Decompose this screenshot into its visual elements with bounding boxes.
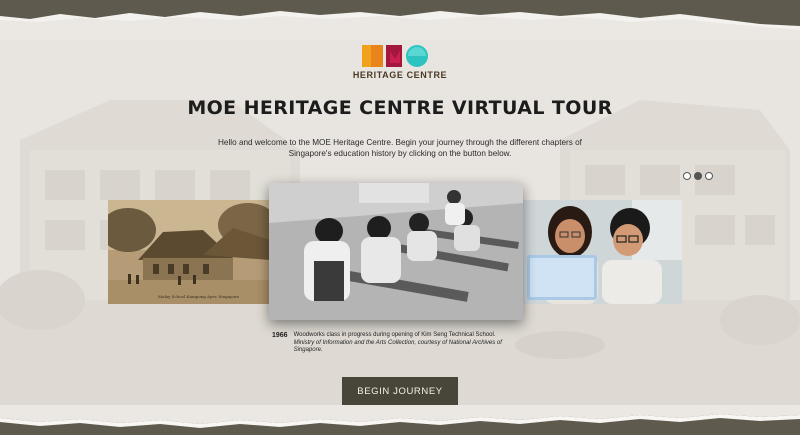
carousel-dot-2[interactable]	[694, 172, 702, 180]
carousel-pagination	[683, 172, 713, 180]
caption-year: 1966	[272, 332, 288, 339]
carousel-slide-next[interactable]	[522, 200, 682, 304]
begin-journey-button[interactable]: BEGIN JOURNEY	[342, 377, 458, 405]
carousel-slide-previous[interactable]: Malay School Kampong Ayer, Singapore	[108, 200, 270, 304]
page-title: MOE HERITAGE CENTRE VIRTUAL TOUR	[187, 97, 613, 119]
torn-paper-top-edge	[0, 0, 800, 40]
torn-paper-bottom-edge	[0, 405, 800, 435]
students-laptop-photo	[522, 200, 682, 304]
carousel-dot-3[interactable]	[705, 172, 713, 180]
intro-text: Hello and welcome to the MOE Heritage Ce…	[218, 138, 582, 158]
old-village-school-photo: Malay School Kampong Ayer, Singapore	[108, 200, 270, 304]
caption-description: Woodworks class in progress during openi…	[293, 332, 496, 338]
caption-credit: Ministry of Information and the Arts Col…	[293, 339, 502, 354]
caption-text: Woodworks class in progress during openi…	[294, 332, 522, 355]
carousel-dot-1[interactable]	[683, 172, 691, 180]
logo-text: HERITAGE CENTRE	[352, 70, 448, 80]
woodworks-class-photo	[269, 183, 523, 320]
slide-photo-inscription: Malay School Kampong Ayer, Singapore	[158, 294, 240, 299]
slide-caption: 1966 Woodworks class in progress during …	[272, 332, 522, 355]
carousel-slide-active[interactable]	[269, 183, 523, 320]
